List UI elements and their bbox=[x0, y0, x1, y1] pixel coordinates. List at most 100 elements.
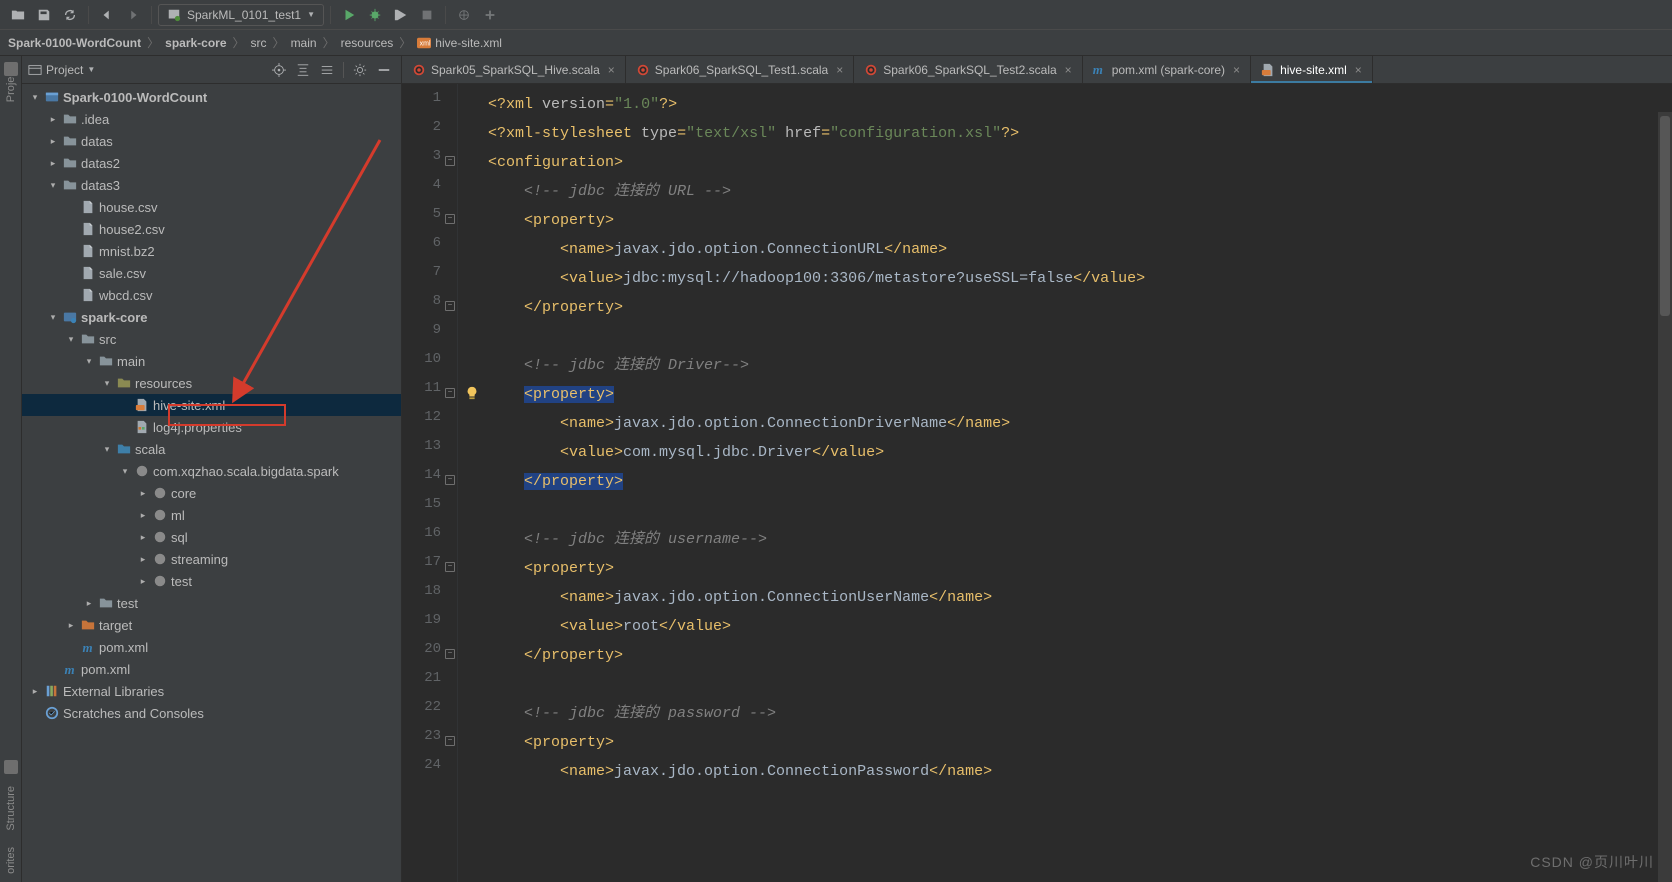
tree-arrow-icon[interactable] bbox=[138, 554, 148, 565]
tree-node[interactable]: Scratches and Consoles bbox=[22, 702, 401, 724]
fold-icon[interactable]: − bbox=[445, 214, 455, 224]
tree-node[interactable]: sql bbox=[22, 526, 401, 548]
tree-node[interactable]: mnist.bz2 bbox=[22, 240, 401, 262]
line-number[interactable]: 20− bbox=[402, 641, 457, 670]
code-line[interactable]: <value>jdbc:mysql://hadoop100:3306/metas… bbox=[488, 264, 1672, 293]
tree-arrow-icon[interactable] bbox=[102, 444, 112, 455]
editor-tab[interactable]: Spark05_SparkSQL_Hive.scala× bbox=[402, 56, 626, 83]
code-line[interactable]: <configuration> bbox=[488, 148, 1672, 177]
tree-node[interactable]: target bbox=[22, 614, 401, 636]
tree-node[interactable]: datas bbox=[22, 130, 401, 152]
tree-node[interactable]: .idea bbox=[22, 108, 401, 130]
tree-node[interactable]: test bbox=[22, 592, 401, 614]
code-line[interactable]: </property> bbox=[488, 293, 1672, 322]
breadcrumb-item[interactable]: xml hive-site.xml bbox=[417, 36, 502, 50]
line-number[interactable]: 18 bbox=[402, 583, 457, 612]
code-line[interactable]: <!-- jdbc 连接的 username--> bbox=[488, 525, 1672, 554]
line-number[interactable]: 1 bbox=[402, 90, 457, 119]
line-number[interactable]: 15 bbox=[402, 496, 457, 525]
line-number[interactable]: 14− bbox=[402, 467, 457, 496]
line-number[interactable]: 10 bbox=[402, 351, 457, 380]
code-line[interactable]: </property> bbox=[488, 641, 1672, 670]
code-line[interactable]: <!-- jdbc 连接的 URL --> bbox=[488, 177, 1672, 206]
code-line[interactable]: <name>javax.jdo.option.ConnectionDriverN… bbox=[488, 409, 1672, 438]
tree-node[interactable]: hive-site.xml bbox=[22, 394, 401, 416]
stripe-icon[interactable] bbox=[4, 62, 18, 76]
code-line[interactable]: <!-- jdbc 连接的 Driver--> bbox=[488, 351, 1672, 380]
breadcrumb-item[interactable]: src bbox=[251, 36, 267, 50]
tree-node[interactable]: streaming bbox=[22, 548, 401, 570]
code-line[interactable]: <name>javax.jdo.option.ConnectionPasswor… bbox=[488, 757, 1672, 786]
project-tree[interactable]: Spark-0100-WordCount.ideadatasdatas2data… bbox=[22, 84, 401, 882]
fold-icon[interactable]: − bbox=[445, 475, 455, 485]
tree-node[interactable]: log4j.properties bbox=[22, 416, 401, 438]
line-number[interactable]: 8− bbox=[402, 293, 457, 322]
code-line[interactable]: <name>javax.jdo.option.ConnectionUserNam… bbox=[488, 583, 1672, 612]
tree-arrow-icon[interactable] bbox=[30, 92, 40, 103]
fold-icon[interactable]: − bbox=[445, 156, 455, 166]
close-icon[interactable]: × bbox=[836, 63, 843, 77]
tree-arrow-icon[interactable] bbox=[138, 510, 148, 521]
line-number[interactable]: 12 bbox=[402, 409, 457, 438]
code-line[interactable] bbox=[488, 496, 1672, 525]
line-number[interactable]: 11− bbox=[402, 380, 457, 409]
line-number[interactable]: 7 bbox=[402, 264, 457, 293]
editor-tab[interactable]: mpom.xml (spark-core)× bbox=[1083, 56, 1251, 83]
tree-arrow-icon[interactable] bbox=[48, 312, 58, 323]
editor-gutter[interactable]: 123−45−678−91011−121314−151617−181920−21… bbox=[402, 84, 458, 882]
favorites-tool-button[interactable]: orites bbox=[5, 843, 17, 878]
code-text[interactable]: <?xml version="1.0"?><?xml-stylesheet ty… bbox=[458, 84, 1672, 882]
tree-arrow-icon[interactable] bbox=[66, 620, 76, 631]
line-number[interactable]: 19 bbox=[402, 612, 457, 641]
tree-node[interactable]: wbcd.csv bbox=[22, 284, 401, 306]
tree-arrow-icon[interactable] bbox=[48, 180, 58, 191]
tree-node[interactable]: core bbox=[22, 482, 401, 504]
line-number[interactable]: 2 bbox=[402, 119, 457, 148]
run-config-selector[interactable]: SparkML_0101_test1 ▼ bbox=[158, 4, 324, 26]
back-icon[interactable] bbox=[95, 3, 119, 27]
line-number[interactable]: 5− bbox=[402, 206, 457, 235]
structure-tool-button[interactable]: Structure bbox=[5, 782, 17, 835]
gear-icon[interactable] bbox=[349, 59, 371, 81]
fold-icon[interactable]: − bbox=[445, 388, 455, 398]
scrollbar-thumb[interactable] bbox=[1660, 116, 1670, 316]
line-number[interactable]: 22 bbox=[402, 699, 457, 728]
fold-icon[interactable]: − bbox=[445, 736, 455, 746]
code-line[interactable]: <!-- jdbc 连接的 password --> bbox=[488, 699, 1672, 728]
fold-icon[interactable]: − bbox=[445, 562, 455, 572]
tree-node[interactable]: house.csv bbox=[22, 196, 401, 218]
tree-node[interactable]: Spark-0100-WordCount bbox=[22, 86, 401, 108]
line-number[interactable]: 9 bbox=[402, 322, 457, 351]
tree-arrow-icon[interactable] bbox=[48, 114, 58, 125]
save-icon[interactable] bbox=[32, 3, 56, 27]
tree-node[interactable]: sale.csv bbox=[22, 262, 401, 284]
tree-node[interactable]: scala bbox=[22, 438, 401, 460]
tree-node[interactable]: spark-core bbox=[22, 306, 401, 328]
tree-arrow-icon[interactable] bbox=[48, 158, 58, 169]
tree-node[interactable]: test bbox=[22, 570, 401, 592]
fold-icon[interactable]: − bbox=[445, 649, 455, 659]
tree-arrow-icon[interactable] bbox=[120, 466, 130, 477]
tree-node[interactable]: datas2 bbox=[22, 152, 401, 174]
line-number[interactable]: 21 bbox=[402, 670, 457, 699]
code-line[interactable]: <property> bbox=[488, 380, 1672, 409]
breadcrumb-item[interactable]: spark-core bbox=[165, 36, 226, 50]
breadcrumb-item[interactable]: Spark-0100-WordCount bbox=[8, 36, 141, 50]
line-number[interactable]: 4 bbox=[402, 177, 457, 206]
tree-arrow-icon[interactable] bbox=[138, 532, 148, 543]
hide-icon[interactable] bbox=[373, 59, 395, 81]
code-line[interactable]: <value>root</value> bbox=[488, 612, 1672, 641]
tree-arrow-icon[interactable] bbox=[84, 598, 94, 609]
stop-icon[interactable] bbox=[415, 3, 439, 27]
editor-tab[interactable]: Spark06_SparkSQL_Test2.scala× bbox=[854, 56, 1082, 83]
tree-node[interactable]: resources bbox=[22, 372, 401, 394]
project-view-selector[interactable]: Project ▼ bbox=[28, 63, 95, 77]
structure-tool-icon[interactable] bbox=[4, 760, 18, 774]
open-icon[interactable] bbox=[6, 3, 30, 27]
code-line[interactable]: </property> bbox=[488, 467, 1672, 496]
code-line[interactable]: <value>com.mysql.jdbc.Driver</value> bbox=[488, 438, 1672, 467]
line-number[interactable]: 23− bbox=[402, 728, 457, 757]
close-icon[interactable]: × bbox=[1233, 63, 1240, 77]
line-number[interactable]: 3− bbox=[402, 148, 457, 177]
editor-scrollbar[interactable] bbox=[1658, 112, 1672, 882]
